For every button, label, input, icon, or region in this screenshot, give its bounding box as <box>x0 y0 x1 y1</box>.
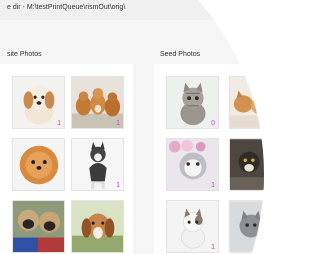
beagle-photo <box>72 201 123 252</box>
photo-thumbnail-tabby-kitten[interactable]: 0 <box>166 76 219 129</box>
photo-thumbnail-puppy[interactable]: 1 <box>12 76 65 129</box>
match-count-badge: 1 <box>116 120 120 127</box>
photo-thumbnail-kitten-white[interactable]: 1 <box>166 200 219 253</box>
composite-photos-title: site Photos <box>7 51 42 58</box>
photo-thumbnail-beagle[interactable] <box>71 200 124 253</box>
match-count-badge: 1 <box>116 182 120 189</box>
photo-thumbnail-flower-cat[interactable]: 1 <box>166 138 219 191</box>
photo-thumbnail-gray-cat[interactable] <box>229 200 264 253</box>
photo-thumbnail-kittens[interactable] <box>229 76 264 129</box>
match-count-badge: 0 <box>211 120 215 127</box>
seed-photos-title: Seed Photos <box>160 51 201 58</box>
directory-path: e dir - M:\testPrintQueue\rismOut\orig\ <box>7 4 126 11</box>
pugs-photo <box>13 201 64 252</box>
kittens-group-photo <box>230 77 264 128</box>
photo-thumbnail-puppies[interactable]: 1 <box>71 76 124 129</box>
match-count-badge: 1 <box>211 244 215 251</box>
match-count-badge: 1 <box>57 120 61 127</box>
dark-cat-photo <box>230 139 264 190</box>
photo-thumbnail-husky[interactable]: 1 <box>71 138 124 191</box>
photo-thumbnail-pugs[interactable] <box>12 200 65 253</box>
gray-cat-photo <box>230 201 264 252</box>
photo-thumbnail-dark-cat[interactable] <box>229 138 264 191</box>
photo-thumbnail-pomeranian[interactable] <box>12 138 65 191</box>
match-count-badge: 1 <box>211 182 215 189</box>
pomeranian-photo <box>13 139 64 190</box>
path-bar: e dir - M:\testPrintQueue\rismOut\orig\ <box>0 0 264 20</box>
app-window: e dir - M:\testPrintQueue\rismOut\orig\ … <box>0 0 264 254</box>
